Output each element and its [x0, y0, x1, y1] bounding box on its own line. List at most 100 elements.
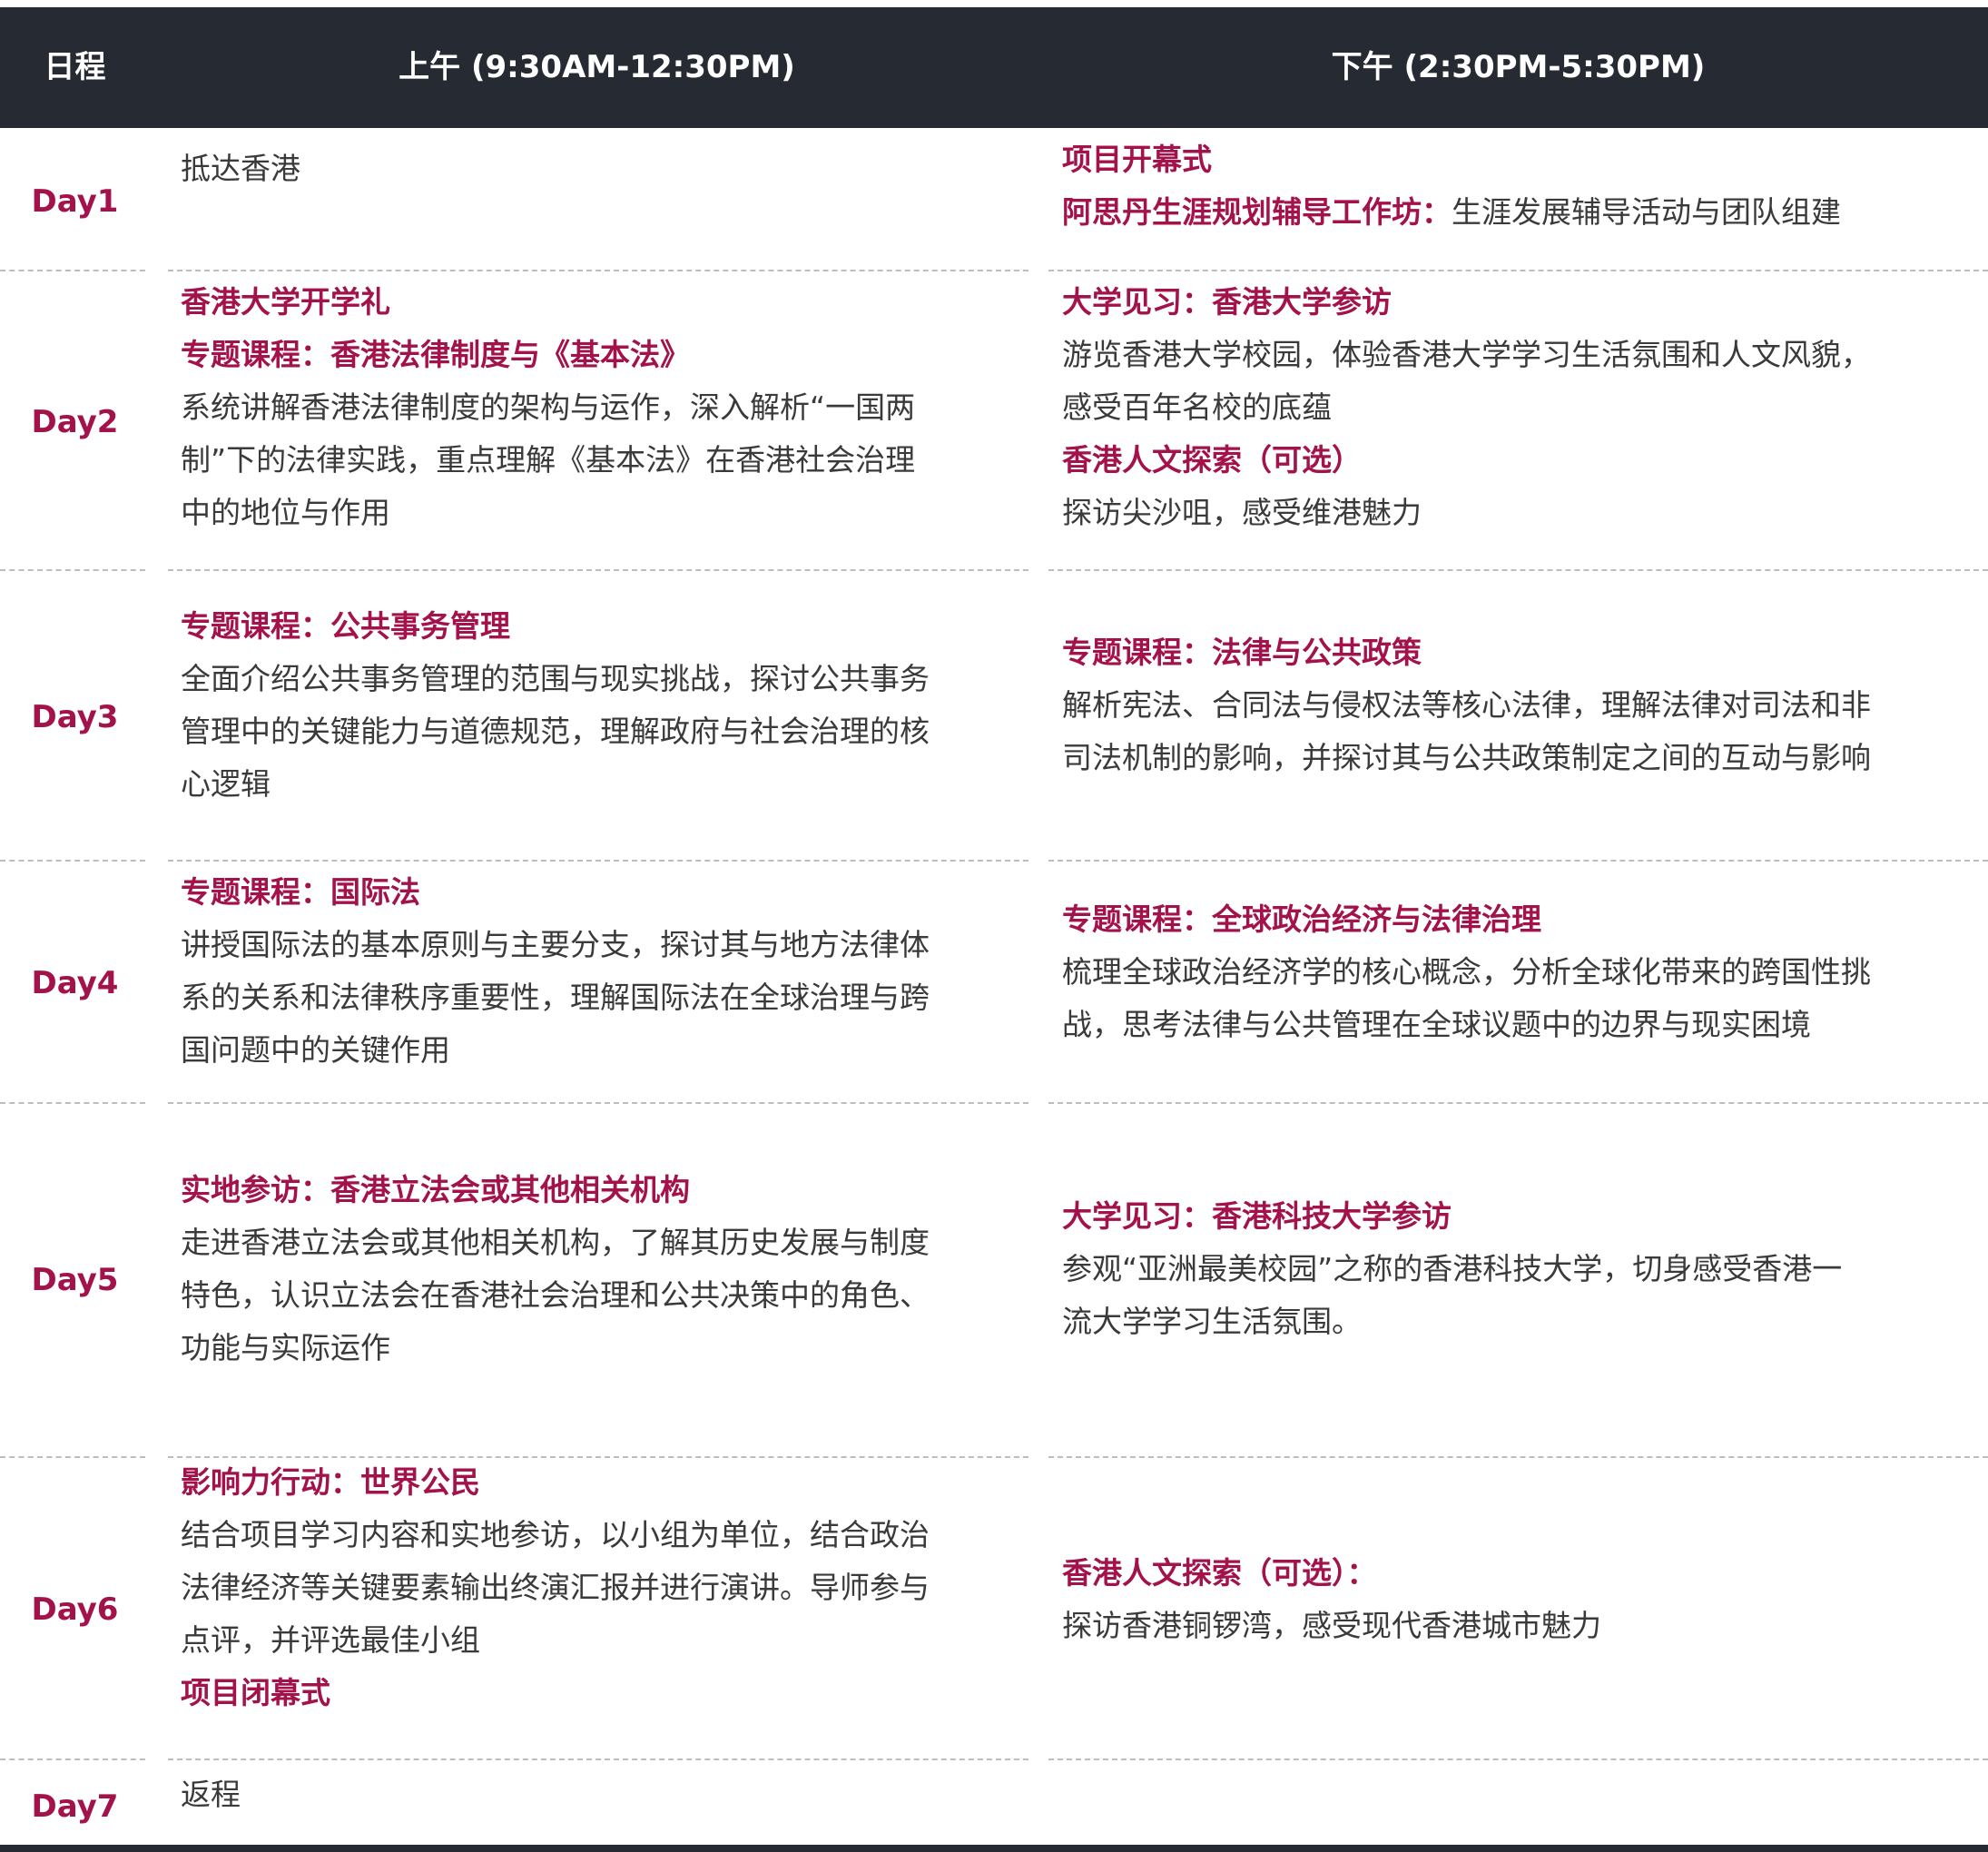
day-label: Day3 — [31, 699, 119, 735]
session-title: 专题课程：国际法 — [181, 866, 1029, 919]
session-text: 抵达香港 — [181, 143, 1029, 195]
session-description: 流大学学习生活氛围。 — [1062, 1304, 1362, 1339]
session-title-text: 大学见习：香港大学参访 — [1062, 284, 1392, 320]
session-text: 法律经济等关键要素输出终演汇报并进行演讲。导师参与 — [181, 1561, 1029, 1614]
day-label: Day2 — [31, 404, 119, 440]
session-description: 中的地位与作用 — [181, 495, 390, 530]
row-divider — [168, 1102, 1028, 1104]
session-title-text: 大学见习：香港科技大学参访 — [1062, 1198, 1452, 1234]
session-title-text: 专题课程：法律与公共政策 — [1062, 635, 1422, 670]
session-description: 法律经济等关键要素输出终演汇报并进行演讲。导师参与 — [181, 1570, 930, 1605]
morning-cell: 抵达香港 — [181, 143, 1029, 195]
row-divider — [1048, 1102, 1988, 1104]
session-title: 香港人文探索（可选） — [1062, 434, 1979, 487]
session-title: 项目开幕式 — [1062, 133, 1979, 186]
session-title-text: 专题课程：国际法 — [181, 874, 420, 910]
session-text: 游览香港大学校园，体验香港大学学习生活氛围和人文风貌， — [1062, 329, 1979, 381]
row-divider — [0, 1758, 145, 1760]
afternoon-cell: 项目开幕式阿思丹生涯规划辅导工作坊：生涯发展辅导活动与团队组建 — [1062, 133, 1979, 239]
session-text: 流大学学习生活氛围。 — [1062, 1295, 1979, 1348]
session-text: 返程 — [181, 1768, 1029, 1821]
session-title: 大学见习：香港大学参访 — [1062, 276, 1979, 329]
row-divider — [1048, 569, 1988, 571]
session-description: 感受百年名校的底蕴 — [1062, 389, 1332, 425]
day-label: Day1 — [31, 183, 119, 220]
session-text: 系统讲解香港法律制度的架构与运作，深入解析“一国两 — [181, 381, 1029, 434]
session-title: 香港人文探索（可选）： — [1062, 1547, 1979, 1600]
day-label: Day7 — [31, 1788, 119, 1825]
session-title-text: 香港人文探索（可选）： — [1062, 1555, 1377, 1591]
session-title: 项目闭幕式 — [181, 1667, 1029, 1719]
afternoon-cell: 专题课程：法律与公共政策解析宪法、合同法与侵权法等核心法律，理解法律对司法和非司… — [1062, 626, 1979, 784]
header-afternoon: 下午 (2:30PM-5:30PM) — [1331, 49, 1706, 85]
row-divider — [0, 1102, 145, 1104]
session-description: 功能与实际运作 — [181, 1330, 390, 1365]
schedule-header: 日程 上午 (9:30AM-12:30PM) 下午 (2:30PM-5:30PM… — [0, 7, 1988, 128]
session-title: 专题课程：公共事务管理 — [181, 600, 1029, 653]
session-text: 中的地位与作用 — [181, 487, 1029, 539]
session-title-text: 项目开幕式 — [1062, 142, 1212, 177]
session-title: 阿思丹生涯规划辅导工作坊：生涯发展辅导活动与团队组建 — [1062, 186, 1979, 239]
session-title: 专题课程：香港法律制度与《基本法》 — [181, 329, 1029, 381]
session-title-text: 专题课程：香港法律制度与《基本法》 — [181, 337, 690, 372]
header-morning: 上午 (9:30AM-12:30PM) — [399, 49, 795, 85]
session-text: 探访香港铜锣湾，感受现代香港城市魅力 — [1062, 1600, 1979, 1652]
session-description: 探访香港铜锣湾，感受现代香港城市魅力 — [1062, 1608, 1601, 1643]
session-description: 游览香港大学校园，体验香港大学学习生活氛围和人文风貌， — [1062, 337, 1871, 372]
session-description: 结合项目学习内容和实地参访，以小组为单位，结合政治 — [181, 1517, 930, 1552]
session-description: 点评，并评选最佳小组 — [181, 1622, 480, 1658]
session-title-text: 阿思丹生涯规划辅导工作坊： — [1062, 194, 1452, 230]
session-text: 系的关系和法律秩序重要性，理解国际法在全球治理与跨 — [181, 971, 1029, 1024]
session-title-text: 项目闭幕式 — [181, 1675, 330, 1710]
morning-cell: 专题课程：国际法 讲授国际法的基本原则与主要分支，探讨其与地方法律体 系的关系和法律… — [181, 866, 1029, 1077]
row-divider — [1048, 860, 1988, 862]
morning-cell: 香港大学开学礼专题课程：香港法律制度与《基本法》系统讲解香港法律制度的架构与运作… — [181, 276, 1029, 539]
morning-cell: 专题课程：公共事务管理全面介绍公共事务管理的范围与现实挑战，探讨公共事务 管理中的… — [181, 600, 1029, 811]
session-title-text: 影响力行动：世界公民 — [181, 1464, 480, 1500]
session-description: 系的关系和法律秩序重要性，理解国际法在全球治理与跨 — [181, 980, 930, 1015]
session-description: 司法机制的影响，并探讨其与公共政策制定之间的互动与影响 — [1062, 740, 1871, 775]
session-description: 参观“亚洲最美校园”之称的香港科技大学，切身感受香港一 — [1062, 1251, 1843, 1286]
session-title: 专题课程：全球政治经济与法律治理 — [1062, 893, 1979, 946]
session-title-text: 香港人文探索（可选） — [1062, 442, 1362, 478]
session-description: 走进香港立法会或其他相关机构，了解其历史发展与制度 — [181, 1225, 930, 1260]
row-divider — [168, 1758, 1028, 1760]
session-text: 梳理全球政治经济学的核心概念，分析全球化带来的跨国性挑 — [1062, 946, 1979, 999]
session-text: 心逻辑 — [181, 758, 1029, 811]
session-text: 参观“亚洲最美校园”之称的香港科技大学，切身感受香港一 — [1062, 1243, 1979, 1295]
afternoon-cell: 香港人文探索（可选）： 探访香港铜锣湾，感受现代香港城市魅力 — [1062, 1547, 1979, 1652]
session-description: 管理中的关键能力与道德规范，理解政府与社会治理的核 — [181, 714, 930, 749]
session-text: 战，思考法律与公共管理在全球议题中的边界与现实困境 — [1062, 999, 1979, 1051]
session-title-text: 专题课程：公共事务管理 — [181, 608, 510, 644]
morning-cell: 返程 — [181, 1768, 1029, 1821]
morning-cell: 实地参访：香港立法会或其他相关机构 走进香港立法会或其他相关机构，了解其历史发展与… — [181, 1164, 1029, 1374]
session-title: 大学见习：香港科技大学参访 — [1062, 1190, 1979, 1243]
session-text: 探访尖沙咀，感受维港魅力 — [1062, 487, 1979, 539]
session-description: 探访尖沙咀，感受维港魅力 — [1062, 495, 1422, 530]
morning-cell: 影响力行动：世界公民结合项目学习内容和实地参访，以小组为单位，结合政治 法律经济等… — [181, 1456, 1029, 1719]
session-text: 国问题中的关键作用 — [181, 1024, 1029, 1077]
session-text: 制”下的法律实践，重点理解《基本法》在香港社会治理 — [181, 434, 1029, 487]
row-divider — [0, 569, 145, 571]
bottom-border — [0, 1845, 1988, 1852]
row-divider — [168, 270, 1028, 271]
session-text: 结合项目学习内容和实地参访，以小组为单位，结合政治 — [181, 1509, 1029, 1561]
session-text: 点评，并评选最佳小组 — [181, 1614, 1029, 1667]
session-description: 解析宪法、合同法与侵权法等核心法律，理解法律对司法和非 — [1062, 687, 1871, 723]
afternoon-cell: 大学见习：香港大学参访游览香港大学校园，体验香港大学学习生活氛围和人文风貌， 感受… — [1062, 276, 1979, 539]
row-divider — [0, 860, 145, 862]
afternoon-cell: 专题课程：全球政治经济与法律治理梳理全球政治经济学的核心概念，分析全球化带来的跨… — [1062, 893, 1979, 1051]
afternoon-cell: 大学见习：香港科技大学参访参观“亚洲最美校园”之称的香港科技大学，切身感受香港一… — [1062, 1190, 1979, 1348]
session-text: 解析宪法、合同法与侵权法等核心法律，理解法律对司法和非 — [1062, 679, 1979, 732]
session-description: 国问题中的关键作用 — [181, 1032, 450, 1068]
day-label: Day5 — [31, 1262, 119, 1298]
session-text: 走进香港立法会或其他相关机构，了解其历史发展与制度 — [181, 1217, 1029, 1269]
session-description: 生涯发展辅导活动与团队组建 — [1452, 194, 1841, 230]
session-description: 返程 — [181, 1777, 241, 1812]
row-divider — [1048, 1456, 1988, 1458]
session-description: 全面介绍公共事务管理的范围与现实挑战，探讨公共事务 — [181, 661, 930, 696]
session-text: 全面介绍公共事务管理的范围与现实挑战，探讨公共事务 — [181, 653, 1029, 705]
day-label: Day4 — [31, 965, 119, 1001]
session-description: 梳理全球政治经济学的核心概念，分析全球化带来的跨国性挑 — [1062, 954, 1871, 990]
session-title-text: 香港大学开学礼 — [181, 284, 390, 320]
